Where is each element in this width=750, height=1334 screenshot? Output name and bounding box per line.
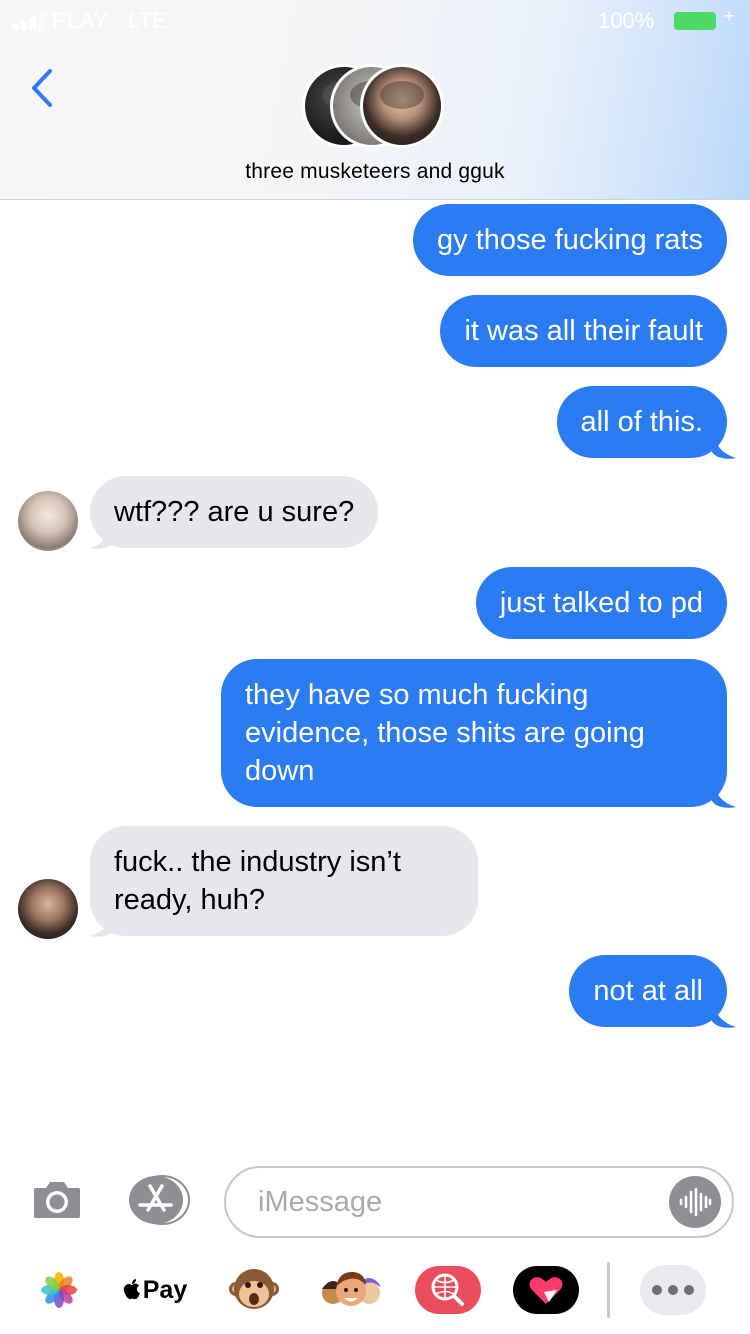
message-text: just talked to pd	[499, 587, 703, 619]
conversation-title[interactable]: three musketeers and gguk	[0, 160, 750, 184]
status-bar: PLAY LTE 100% +	[0, 0, 750, 42]
digital-touch-button[interactable]	[512, 1258, 580, 1322]
conversation-header: PLAY LTE 100% + three musketeers and ggu…	[0, 0, 750, 200]
sender-avatar[interactable]	[18, 491, 78, 551]
sent-message[interactable]: it was all their fault	[440, 295, 727, 367]
memoji-button[interactable]	[318, 1258, 384, 1322]
web-search-button[interactable]	[414, 1258, 482, 1322]
animoji-monkey-icon	[229, 1269, 279, 1309]
apple-logo-icon	[123, 1279, 140, 1300]
charging-icon: +	[724, 6, 735, 26]
back-button[interactable]	[22, 66, 62, 110]
sent-message[interactable]: they have so much fucking evidence, thos…	[221, 659, 727, 807]
ellipsis-icon	[652, 1285, 662, 1295]
web-search-icon	[415, 1266, 481, 1314]
message-text: wtf??? are u sure?	[114, 496, 355, 528]
message-text: gy those fucking rats	[437, 224, 703, 256]
network-type: LTE	[128, 8, 167, 33]
sent-message[interactable]: not at all	[569, 955, 727, 1027]
app-store-icon	[129, 1175, 190, 1225]
sent-message[interactable]: gy those fucking rats	[413, 204, 727, 276]
camera-icon	[34, 1182, 80, 1218]
group-avatars[interactable]	[302, 64, 452, 150]
photos-icon	[41, 1272, 77, 1308]
bubble-tail-icon	[712, 779, 736, 808]
animoji-button[interactable]	[226, 1258, 282, 1322]
imessage-input[interactable]	[224, 1166, 734, 1238]
sender-avatar[interactable]	[18, 879, 78, 939]
avatar	[360, 64, 444, 148]
received-message[interactable]: wtf??? are u sure?	[90, 476, 379, 548]
memoji-icon	[322, 1271, 380, 1306]
apple-pay-label: Pay	[142, 1275, 188, 1304]
message-text: fuck.. the industry isn’t ready, huh?	[114, 846, 401, 916]
bubble-tail-icon	[712, 430, 736, 459]
message-text: not at all	[593, 975, 703, 1007]
message-text: it was all their fault	[464, 315, 703, 347]
bubble-tail-icon	[712, 999, 736, 1028]
drawer-divider	[607, 1262, 610, 1318]
apple-pay-button[interactable]: Pay	[122, 1258, 188, 1322]
chevron-left-icon	[32, 69, 52, 107]
digital-touch-icon	[513, 1266, 579, 1314]
camera-button[interactable]	[32, 1180, 82, 1220]
sent-message[interactable]: just talked to pd	[475, 567, 727, 639]
message-text: all of this.	[580, 406, 704, 438]
audio-message-button[interactable]	[669, 1176, 721, 1228]
waveform-icon	[679, 1187, 712, 1217]
message-text: they have so much fucking evidence, thos…	[245, 679, 645, 787]
sent-message[interactable]: all of this.	[556, 386, 727, 458]
more-apps-button[interactable]	[640, 1265, 706, 1315]
photos-app-button[interactable]	[38, 1258, 80, 1322]
carrier-name: PLAY	[52, 8, 109, 33]
app-store-button[interactable]	[126, 1174, 190, 1226]
app-drawer: Pay	[0, 1258, 750, 1334]
battery-percent: 100%	[598, 8, 655, 33]
signal-strength-icon	[12, 12, 45, 30]
received-message[interactable]: fuck.. the industry isn’t ready, huh?	[90, 826, 478, 936]
battery-icon	[674, 12, 716, 30]
